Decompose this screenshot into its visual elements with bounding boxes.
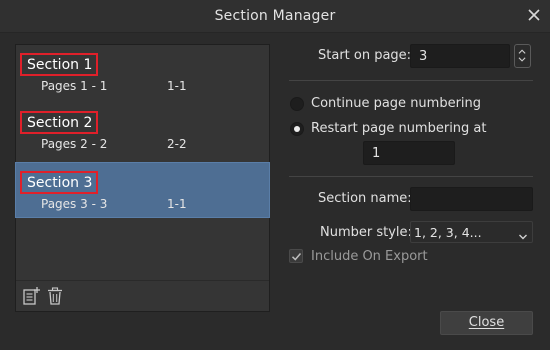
number-style-label: Number style: <box>320 225 412 240</box>
page-stepper[interactable] <box>514 44 531 68</box>
divider <box>289 80 533 81</box>
add-section-icon[interactable] <box>21 286 41 306</box>
section-range: 2-2 <box>167 137 187 151</box>
continue-numbering-radio[interactable] <box>290 97 304 111</box>
restart-numbering-label: Restart page numbering at <box>311 121 487 136</box>
chevron-down-icon <box>518 227 528 240</box>
close-button[interactable]: Close <box>440 311 533 335</box>
section-range: 1-1 <box>167 197 187 211</box>
section-pages: Pages 1 - 1 <box>41 79 108 93</box>
continue-numbering-label: Continue page numbering <box>311 96 482 111</box>
number-style-value: 1, 2, 3, 4... <box>414 225 482 240</box>
number-style-select[interactable]: 1, 2, 3, 4... <box>410 221 533 243</box>
section-title: Section 3 <box>20 171 99 194</box>
restart-numbering-radio[interactable] <box>290 122 304 136</box>
section-pages: Pages 3 - 3 <box>41 197 108 211</box>
section-list: Section 1 Pages 1 - 1 1-1 Section 2 Page… <box>15 44 270 312</box>
section-list-toolbar <box>16 280 269 311</box>
close-icon[interactable] <box>526 7 542 23</box>
section-range: 1-1 <box>167 79 187 93</box>
include-on-export-label: Include On Export <box>311 249 428 264</box>
title-bar: Section Manager <box>0 0 550 33</box>
window-title: Section Manager <box>214 8 336 24</box>
start-on-page-input[interactable] <box>410 44 510 68</box>
section-name-input[interactable] <box>410 187 533 211</box>
delete-section-icon[interactable] <box>45 286 65 306</box>
section-pages: Pages 2 - 2 <box>41 137 108 151</box>
section-item-1[interactable]: Section 1 Pages 1 - 1 1-1 <box>16 45 269 99</box>
divider <box>289 176 533 177</box>
restart-page-input[interactable] <box>363 141 455 165</box>
section-name-label: Section name: <box>318 191 412 206</box>
section-title: Section 1 <box>20 53 99 76</box>
section-item-2[interactable]: Section 2 Pages 2 - 2 2-2 <box>16 103 269 157</box>
include-on-export-checkbox[interactable] <box>289 249 303 263</box>
section-item-3[interactable]: Section 3 Pages 3 - 3 1-1 <box>15 162 270 218</box>
section-title: Section 2 <box>20 111 99 134</box>
start-on-page-label: Start on page: <box>318 48 412 63</box>
